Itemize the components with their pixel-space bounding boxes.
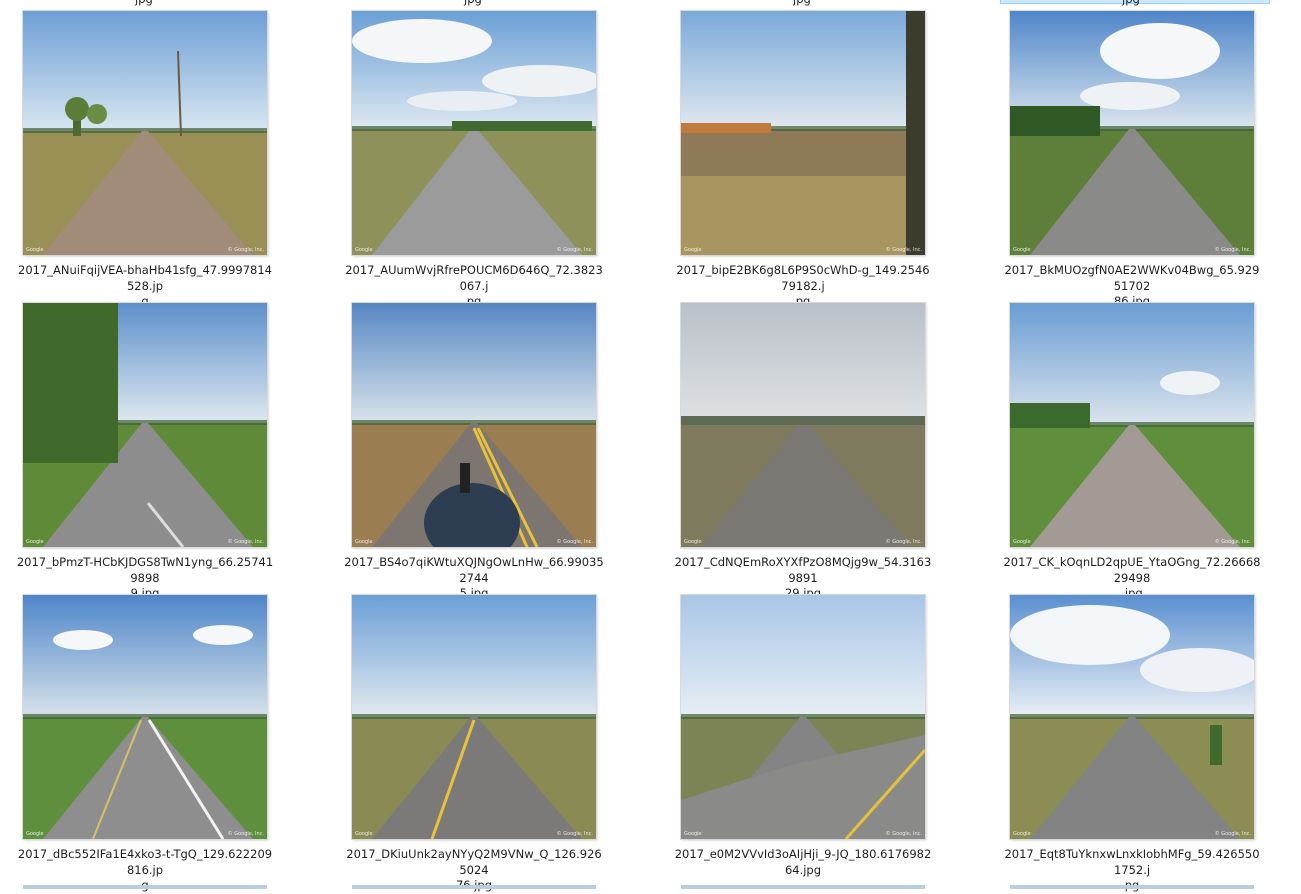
watermark-left: Google xyxy=(26,831,44,837)
watermark-left: Google xyxy=(26,247,44,253)
watermark-right: © Google, Inc. xyxy=(885,831,922,837)
file-name-line-1: 2017_AUumWvjRfrePOUCM6D646Q_72.3823067.j xyxy=(345,263,603,293)
file-name-line-1: 2017_bipE2BK6g8L6P9S0cWhD-g_149.25467918… xyxy=(676,263,930,293)
thumbnail-image[interactable]: Google © Google, Inc. xyxy=(352,595,596,839)
file-name-label[interactable]: 2017_e0M2VVvId3oAIjHji_9-JQ_180.61769826… xyxy=(673,847,933,878)
file-name-line-1: 2017_BS4o7qiKWtuXQJNgOwLnHw_66.990352744 xyxy=(344,555,604,585)
watermark-left: Google xyxy=(1013,539,1031,545)
thumbnail-grid: jpg jpg jpg jpg Google © Google, Inc. 2017_AN… xyxy=(0,0,1301,892)
thumbnail-image[interactable]: Google © Google, Inc. xyxy=(1010,595,1254,839)
thumbnail-image[interactable]: Google © Google, Inc. xyxy=(681,595,925,839)
watermark-right: © Google, Inc. xyxy=(556,539,593,545)
thumbnail-image[interactable]: Google © Google, Inc. xyxy=(681,303,925,547)
file-name-line-1: 2017_Eqt8TuYknxwLnxkIobhMFg_59.426550175… xyxy=(1004,847,1260,877)
watermark-right: © Google, Inc. xyxy=(556,831,593,837)
watermark-left: Google xyxy=(1013,247,1031,253)
watermark-right: © Google, Inc. xyxy=(227,539,264,545)
watermark-left: Google xyxy=(684,831,702,837)
partial-thumbnail[interactable] xyxy=(681,885,925,889)
partial-caption[interactable]: jpg xyxy=(135,0,153,6)
file-name-line-1: 2017_bPmzT-HCbKJDGS8TwN1yng_66.257419898 xyxy=(16,555,274,585)
thumbnail-image[interactable]: Google © Google, Inc. xyxy=(23,11,267,255)
watermark-right: © Google, Inc. xyxy=(885,247,922,253)
thumbnail-image[interactable]: Google © Google, Inc. xyxy=(352,303,596,547)
thumbnail-image[interactable]: Google © Google, Inc. xyxy=(1010,11,1254,255)
thumbnail-image[interactable]: Google © Google, Inc. xyxy=(23,595,267,839)
thumbnail-image[interactable]: Google © Google, Inc. xyxy=(1010,303,1254,547)
file-name-line-1: 2017_BkMUOzgfN0AE2WWKv04Bwg_65.92951702 xyxy=(1004,263,1260,293)
partial-caption[interactable]: jpg xyxy=(793,0,811,6)
thumbnail-image[interactable]: Google © Google, Inc. xyxy=(23,303,267,547)
watermark-right: © Google, Inc. xyxy=(227,831,264,837)
thumbnail-image[interactable]: Google © Google, Inc. xyxy=(352,11,596,255)
watermark-left: Google xyxy=(355,539,373,545)
watermark-right: © Google, Inc. xyxy=(1214,539,1251,545)
watermark-left: Google xyxy=(355,247,373,253)
watermark-left: Google xyxy=(684,539,702,545)
watermark-left: Google xyxy=(26,539,44,545)
watermark-left: Google xyxy=(355,831,373,837)
file-name-line-1: 2017_dBc552IFa1E4xko3-t-TgQ_129.62220981… xyxy=(17,847,273,877)
partial-caption[interactable]: jpg xyxy=(1122,0,1140,6)
file-name-line-1: 2017_e0M2VVvId3oAIjHji_9-JQ_180.61769826… xyxy=(674,847,932,877)
watermark-right: © Google, Inc. xyxy=(1214,247,1251,253)
partial-caption[interactable]: jpg xyxy=(464,0,482,6)
watermark-left: Google xyxy=(1013,831,1031,837)
partial-thumbnail[interactable] xyxy=(1010,885,1254,889)
watermark-left: Google xyxy=(684,247,702,253)
watermark-right: © Google, Inc. xyxy=(227,247,264,253)
file-name-line-1: 2017_ANuiFqijVEA-bhaHb41sfg_47.999781452… xyxy=(18,263,272,293)
partial-thumbnail[interactable] xyxy=(352,885,596,889)
watermark-right: © Google, Inc. xyxy=(556,247,593,253)
file-name-line-1: 2017_DKiuUnk2ayNYyQ2M9VNw_Q_126.9265024 xyxy=(346,847,602,877)
partial-thumbnail[interactable] xyxy=(23,885,267,889)
watermark-right: © Google, Inc. xyxy=(885,539,922,545)
file-name-line-1: 2017_CK_kOqnLD2qpUE_YtaOGng_72.266682949… xyxy=(1003,555,1261,585)
file-name-line-1: 2017_CdNQEmRoXYXfPzO8MQjg9w_54.31639891 xyxy=(674,555,932,585)
thumbnail-image[interactable]: Google © Google, Inc. xyxy=(681,11,925,255)
watermark-right: © Google, Inc. xyxy=(1214,831,1251,837)
